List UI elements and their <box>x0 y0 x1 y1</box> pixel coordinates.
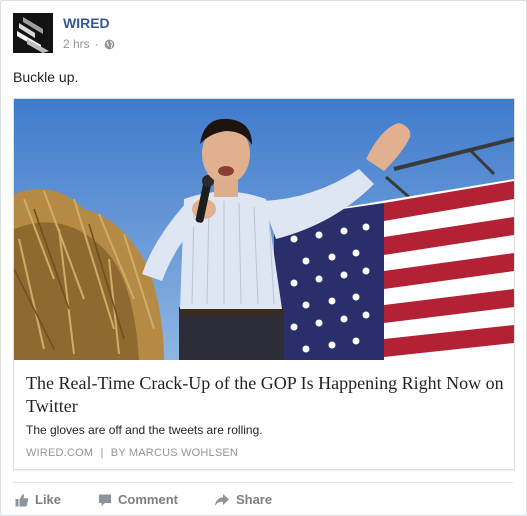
like-button[interactable]: Like <box>15 492 61 507</box>
meta-separator: · <box>94 37 99 51</box>
article-description: The gloves are off and the tweets are ro… <box>26 423 263 437</box>
wired-logo-icon <box>13 13 53 53</box>
article-image[interactable] <box>14 99 514 360</box>
source-separator: | <box>100 447 104 459</box>
post-actions-bar: Like Comment Share <box>13 482 513 516</box>
share-label: Share <box>235 492 273 507</box>
share-arrow-icon <box>214 493 229 506</box>
thumbs-up-icon <box>15 493 29 506</box>
post-timestamp[interactable]: 2 hrs <box>63 37 90 51</box>
like-label: Like <box>35 492 62 507</box>
link-preview-card[interactable]: The Real-Time Crack-Up of the GOP Is Hap… <box>13 98 515 470</box>
article-source: WIRED.COM | BY MARCUS WOHLSEN <box>26 447 238 459</box>
wired-avatar[interactable] <box>13 13 53 53</box>
speaker-at-rally-photo <box>14 99 514 360</box>
page-name-link[interactable]: WIRED <box>63 15 110 31</box>
article-byline: BY MARCUS WOHLSEN <box>110 447 239 459</box>
share-button[interactable]: Share <box>214 492 272 507</box>
post-meta: 2 hrs · <box>63 37 115 51</box>
comment-label: Comment <box>118 492 178 507</box>
comment-button[interactable]: Comment <box>98 492 178 507</box>
article-title[interactable]: The Real-Time Crack-Up of the GOP Is Hap… <box>26 372 506 418</box>
post-text: Buckle up. <box>13 69 79 85</box>
globe-icon[interactable] <box>104 39 115 50</box>
comment-bubble-icon <box>99 494 112 506</box>
source-domain: WIRED.COM <box>26 447 94 459</box>
facebook-post: WIRED 2 hrs · Buckle up. The Real-Time C… <box>0 0 527 516</box>
